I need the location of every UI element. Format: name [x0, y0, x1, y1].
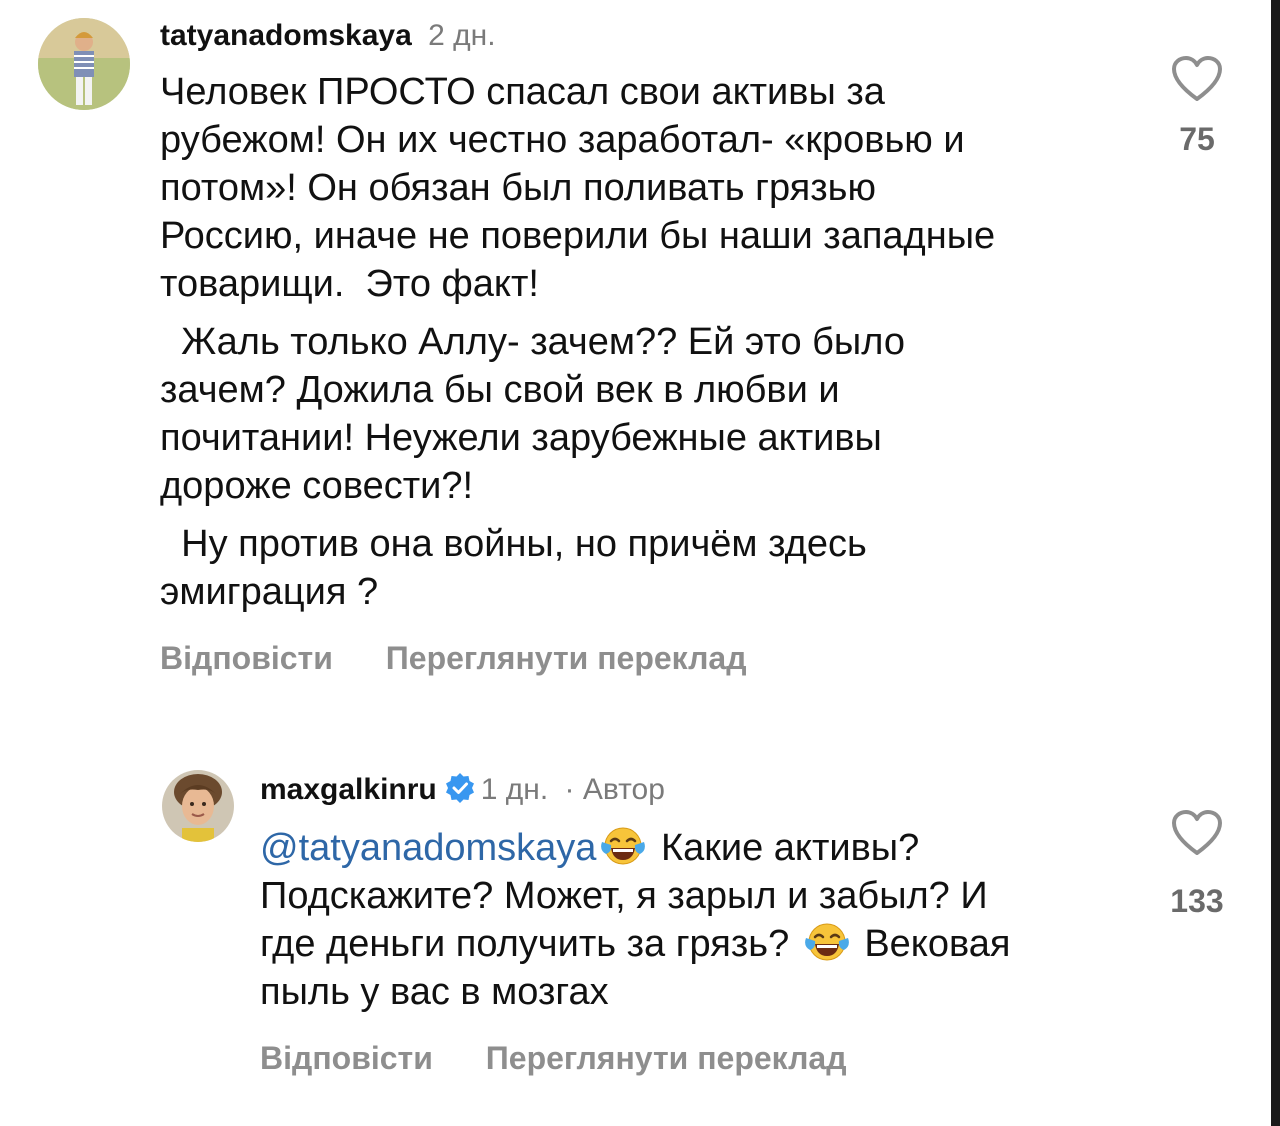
tears-of-joy-emoji-icon [804, 923, 849, 961]
like-control: 75 [1152, 56, 1242, 158]
comment-actions: Відповісти Переглянути переклад [260, 1040, 847, 1077]
comment-time: 1 дн. [480, 773, 549, 806]
comment-actions: Відповісти Переглянути переклад [160, 640, 747, 677]
comment-body: @tatyanadomskaya Какие активы? Подскажит… [260, 824, 1140, 1016]
comment-header: maxgalkinru 1 дн. · Автор [260, 772, 665, 808]
like-count: 75 [1179, 121, 1215, 157]
comment-paragraph: Жаль только Аллу- зачем?? Ей это было за… [160, 321, 905, 507]
reply-button[interactable]: Відповісти [160, 640, 333, 676]
comment-time: 2 дн. [428, 19, 496, 52]
like-count: 133 [1170, 883, 1224, 919]
heart-outline-icon[interactable] [1171, 56, 1223, 102]
reply-button[interactable]: Відповісти [260, 1040, 433, 1076]
mention-link[interactable]: @tatyanadomskaya [260, 827, 596, 869]
like-control: 133 [1152, 810, 1242, 920]
heart-outline-icon[interactable] [1171, 810, 1223, 856]
username[interactable]: maxgalkinru [260, 773, 437, 806]
see-translation-button[interactable]: Переглянути переклад [386, 640, 747, 676]
comment-header: tatyanadomskaya 2 дн. [160, 18, 496, 54]
verified-badge-icon [445, 773, 474, 803]
comment-paragraph: @tatyanadomskaya Какие активы? Подскажит… [260, 824, 1140, 1016]
scrollbar[interactable] [1271, 0, 1280, 1126]
comment-body: Человек ПРОСТО спасал свои активы за руб… [160, 68, 1140, 616]
meta-separator: · [564, 773, 575, 806]
tears-of-joy-emoji-icon [601, 827, 646, 865]
comment-paragraph: Человек ПРОСТО спасал свои активы за руб… [160, 71, 996, 305]
author-label: Автор [582, 773, 665, 806]
user-avatar[interactable] [162, 770, 234, 842]
see-translation-button[interactable]: Переглянути переклад [486, 1040, 847, 1076]
comments-screen: tatyanadomskaya 2 дн. Человек ПРОСТО спа… [0, 0, 1280, 1126]
username[interactable]: tatyanadomskaya [160, 19, 412, 52]
user-avatar[interactable] [38, 18, 130, 110]
comment-paragraph: Ну против она войны, но причём здесь эми… [160, 523, 867, 613]
